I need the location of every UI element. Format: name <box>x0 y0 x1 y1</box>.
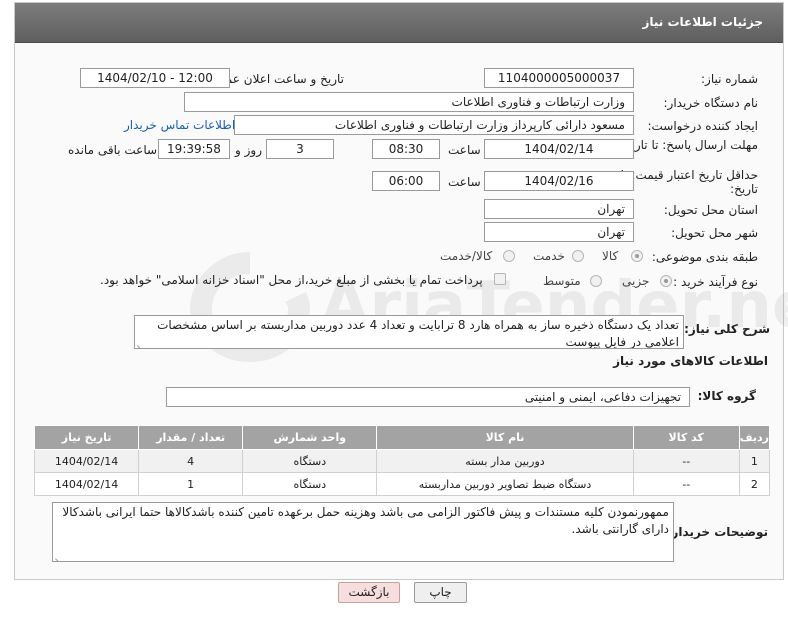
buyer-contact-link[interactable]: اطلاعات تماس خریدار <box>124 118 235 132</box>
deadline-time-field: 08:30 <box>372 139 440 159</box>
print-button[interactable]: چاپ <box>414 582 467 603</box>
province-label: استان محل تحویل: <box>663 203 758 217</box>
table-header-row: ردیف کد کالا نام کالا واحد شمارش تعداد /… <box>33 425 771 450</box>
process-minor-label: جزیی <box>622 274 650 288</box>
page-title: جزئیات اطلاعات نیاز <box>642 15 763 29</box>
category-label: طبقه بندی موضوعی: <box>651 250 758 264</box>
cell-qty: 4 <box>138 449 244 473</box>
col-qty: تعداد / مقدار <box>138 425 244 450</box>
cell-row: 2 <box>738 472 771 496</box>
validity-time-label: ساعت <box>448 175 481 189</box>
buyer-org-field: وزارت ارتباطات و فناوری اطلاعات <box>184 92 634 112</box>
back-button[interactable]: بازگشت <box>338 582 400 603</box>
payment-note: پرداخت تمام یا بخشی از مبلغ خرید،از محل … <box>100 273 483 287</box>
need-number-field: 1104000005000037 <box>484 68 634 88</box>
goods-group-label: گروه کالا: <box>697 389 756 403</box>
creator-field: مسعود دارائی کارپرداز وزارت ارتباطات و ف… <box>234 115 634 135</box>
col-unit: واحد شمارش <box>242 425 378 450</box>
days-and-label: روز و <box>235 143 262 157</box>
buyer-org-label: نام دستگاه خریدار: <box>663 96 759 110</box>
category-both-label: کالا/خدمت <box>440 249 493 263</box>
category-service-radio[interactable] <box>572 250 584 262</box>
category-service-label: خدمت <box>533 249 565 263</box>
goods-group-field: تجهیزات دفاعی، ایمنی و امنیتی <box>166 387 690 407</box>
category-goods-radio[interactable] <box>631 250 643 262</box>
cell-row: 1 <box>738 449 771 473</box>
deadline-time-label: ساعت <box>448 143 481 157</box>
cell-code: -- <box>632 472 740 496</box>
deadline-date-field: 1404/02/14 <box>484 139 634 159</box>
process-minor-radio[interactable] <box>660 275 672 287</box>
goods-section-title: اطلاعات کالاهای مورد نیاز <box>613 354 768 368</box>
col-code: کد کالا <box>632 425 740 450</box>
need-number-label: شماره نیاز: <box>701 72 758 86</box>
col-date: تاریخ نیاز <box>33 425 140 450</box>
description-label: شرح کلی نیاز: <box>684 322 770 336</box>
process-medium-label: متوسط <box>543 274 581 288</box>
days-field: 3 <box>266 139 334 159</box>
cell-date: 1404/02/14 <box>33 472 140 496</box>
col-name: نام کالا <box>376 425 634 450</box>
resize-grip-icon[interactable] <box>55 551 63 559</box>
buyer-notes-label: توضیحات خریدار: <box>666 525 768 539</box>
city-field: تهران <box>484 222 634 242</box>
remaining-time-field: 19:39:58 <box>158 139 230 159</box>
description-textarea[interactable]: تعداد یک دستگاه ذخیره ساز به همراه هارد … <box>134 315 684 349</box>
remaining-label: ساعت باقی مانده <box>68 143 158 157</box>
payment-checkbox[interactable] <box>494 273 506 285</box>
col-row: ردیف <box>738 425 771 450</box>
buyer-notes-text: ممهورنمودن کلیه مستندات و پیش فاکتور الز… <box>62 505 669 536</box>
province-field: تهران <box>484 199 634 219</box>
city-label: شهر محل تحویل: <box>671 226 758 240</box>
buyer-notes-textarea[interactable]: ممهورنمودن کلیه مستندات و پیش فاکتور الز… <box>52 502 674 562</box>
table-row: 1 -- دوربین مدار بسته دستگاه 4 1404/02/1… <box>33 449 771 473</box>
cell-unit: دستگاه <box>242 472 378 496</box>
creator-label: ایجاد کننده درخواست: <box>647 119 758 133</box>
announce-field: 1404/02/10 - 12:00 <box>80 68 230 88</box>
description-text: تعداد یک دستگاه ذخیره ساز به همراه هارد … <box>157 318 679 349</box>
category-goods-label: کالا <box>602 249 619 263</box>
cell-date: 1404/02/14 <box>33 449 140 473</box>
goods-table: ردیف کد کالا نام کالا واحد شمارش تعداد /… <box>33 425 771 496</box>
validity-time-field: 06:00 <box>372 171 440 191</box>
process-medium-radio[interactable] <box>590 275 602 287</box>
process-label: نوع فرآیند خرید : <box>673 275 758 289</box>
cell-qty: 1 <box>138 472 244 496</box>
cell-unit: دستگاه <box>242 449 378 473</box>
panel-header: جزئیات اطلاعات نیاز <box>15 3 783 43</box>
table-row: 2 -- دستگاه ضبط تصاویر دوربین مداربسته د… <box>33 472 771 496</box>
cell-name: دوربین مدار بسته <box>376 449 634 473</box>
cell-name: دستگاه ضبط تصاویر دوربین مداربسته <box>376 472 634 496</box>
validity-date-field: 1404/02/16 <box>484 171 634 191</box>
category-both-radio[interactable] <box>503 250 515 262</box>
resize-grip-icon[interactable] <box>137 338 145 346</box>
cell-code: -- <box>632 449 740 473</box>
deadline-label: مهلت ارسال پاسخ: تا تاریخ: <box>619 138 758 152</box>
